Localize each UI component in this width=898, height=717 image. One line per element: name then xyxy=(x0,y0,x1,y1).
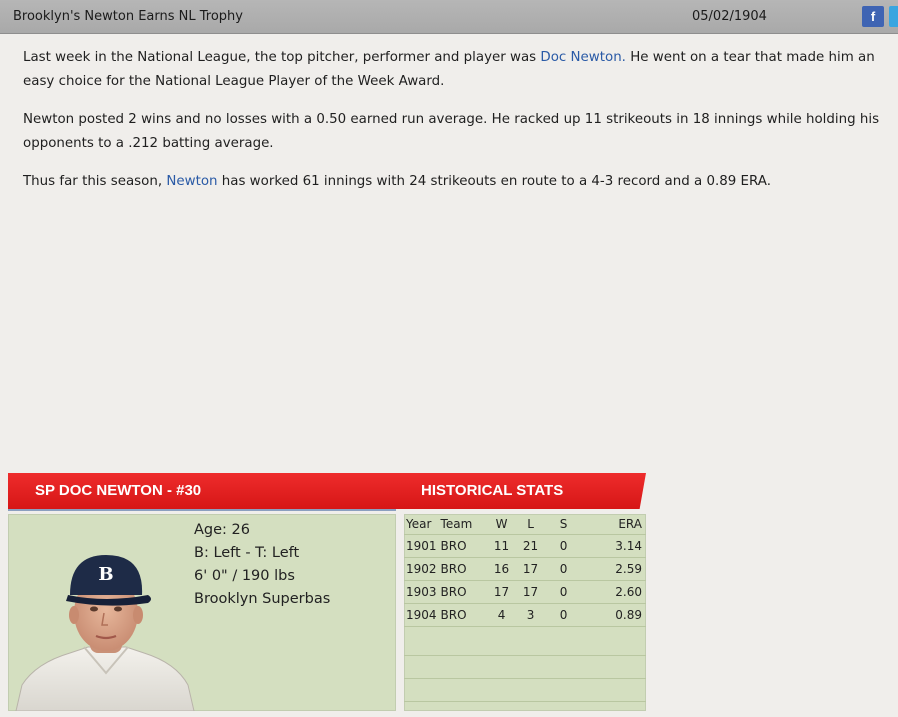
article-text: Last week in the National League, the to… xyxy=(23,50,541,65)
player-portrait: B xyxy=(15,555,195,711)
table-row: 1904 BRO 4 3 0 0.89 xyxy=(404,603,646,627)
column-header-wins: W xyxy=(488,514,515,535)
player-bio: Age: 26 B: Left - T: Left 6' 0" / 190 lb… xyxy=(194,519,330,611)
cell-team: BRO xyxy=(436,580,489,604)
cell-era: 2.60 xyxy=(580,580,646,604)
table-row: 1903 BRO 17 17 0 2.60 xyxy=(404,580,646,604)
cell-era: 2.59 xyxy=(580,557,646,581)
twitter-share-icon[interactable] xyxy=(889,6,898,27)
cap-logo: B xyxy=(98,564,113,585)
column-header-losses: L xyxy=(514,514,547,535)
cell-losses: 21 xyxy=(514,534,547,558)
banner-divider xyxy=(8,509,396,511)
cell-era: 3.14 xyxy=(580,534,646,558)
article-paragraph: Newton posted 2 wins and no losses with … xyxy=(23,112,880,151)
cell-wins: 4 xyxy=(488,603,515,627)
cell-wins: 11 xyxy=(488,534,515,558)
cell-losses: 17 xyxy=(514,580,547,604)
cell-era: 0.89 xyxy=(580,603,646,627)
news-article: Last week in the National League, the to… xyxy=(23,46,889,208)
cell-saves: 0 xyxy=(546,534,581,558)
cell-year: 1903 xyxy=(404,580,437,604)
player-card-banner: SP DOC NEWTON - #30 HISTORICAL STATS xyxy=(8,473,646,509)
column-header-era: ERA xyxy=(580,514,646,535)
table-row: 1901 BRO 11 21 0 3.14 xyxy=(404,534,646,558)
cell-year: 1904 xyxy=(404,603,437,627)
cell-year: 1901 xyxy=(404,534,437,558)
article-paragraph: Last week in the National League, the to… xyxy=(23,46,889,94)
cell-team: BRO xyxy=(436,534,489,558)
column-header-team: Team xyxy=(436,514,489,535)
article-text: has worked 61 innings with 24 strikeouts… xyxy=(217,174,771,189)
player-link-doc-newton[interactable]: Doc Newton. xyxy=(540,50,626,65)
cell-wins: 16 xyxy=(488,557,515,581)
table-row: 1902 BRO 16 17 0 2.59 xyxy=(404,557,646,581)
player-name-banner: SP DOC NEWTON - #30 xyxy=(35,482,202,499)
empty-row-line xyxy=(404,701,646,702)
cell-team: BRO xyxy=(436,557,489,581)
cell-wins: 17 xyxy=(488,580,515,604)
empty-row-line xyxy=(404,678,646,679)
player-link-newton[interactable]: Newton xyxy=(166,174,217,189)
player-age: Age: 26 xyxy=(194,522,250,538)
news-date: 05/02/1904 xyxy=(692,9,767,24)
stats-header-row: Year Team W L S ERA xyxy=(404,514,646,535)
empty-row-line xyxy=(404,655,646,656)
column-header-saves: S xyxy=(546,514,581,535)
player-height-weight: 6' 0" / 190 lbs xyxy=(194,568,295,584)
player-bats-throws: B: Left - T: Left xyxy=(194,545,300,561)
article-paragraph: Thus far this season, Newton has worked … xyxy=(23,170,889,194)
cell-losses: 3 xyxy=(514,603,547,627)
historical-stats-table: Year Team W L S ERA 1901 BRO 11 21 0 3.1… xyxy=(404,514,646,627)
facebook-share-icon[interactable]: f xyxy=(862,6,884,27)
cell-team: BRO xyxy=(436,603,489,627)
article-text: Thus far this season, xyxy=(23,174,167,189)
cell-saves: 0 xyxy=(546,557,581,581)
player-team: Brooklyn Superbas xyxy=(194,591,331,607)
cell-saves: 0 xyxy=(546,580,581,604)
cell-year: 1902 xyxy=(404,557,437,581)
column-header-year: Year xyxy=(404,514,437,535)
news-header-bar: Brooklyn's Newton Earns NL Trophy 05/02/… xyxy=(0,0,898,34)
cell-saves: 0 xyxy=(546,603,581,627)
news-headline: Brooklyn's Newton Earns NL Trophy xyxy=(13,9,243,24)
cell-losses: 17 xyxy=(514,557,547,581)
historical-stats-title: HISTORICAL STATS xyxy=(421,482,564,499)
